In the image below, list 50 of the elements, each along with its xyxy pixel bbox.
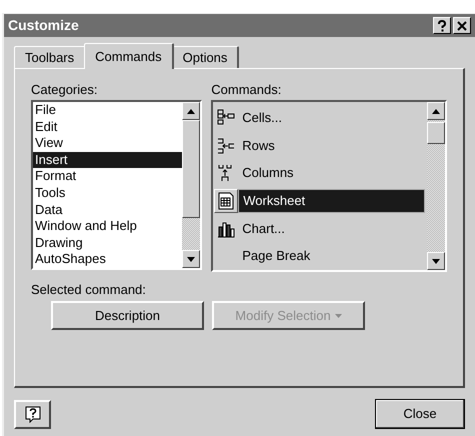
scroll-up-button[interactable] [427, 102, 445, 120]
dropdown-button: Modify Selection [212, 301, 365, 330]
command-item[interactable]: Cells... [238, 106, 425, 129]
scroll-up-button[interactable] [182, 102, 200, 120]
spreadsheet-icon [217, 192, 236, 210]
insert-rows-icon [217, 136, 236, 154]
down-arrow-icon [432, 258, 440, 264]
help-button[interactable] [433, 17, 451, 34]
down-arrow-icon [187, 256, 196, 262]
list-item[interactable]: File [33, 102, 182, 119]
list-item[interactable]: Format [33, 168, 182, 185]
insert-cells-icon [217, 108, 236, 127]
commands-list[interactable]: Cells... Rows Columns Worksheet Chart... Page Break [211, 100, 447, 272]
list-item[interactable]: Drawing [33, 234, 182, 252]
scroll-thumb[interactable] [182, 120, 200, 218]
up-arrow-icon [187, 108, 196, 114]
close-icon [457, 20, 467, 30]
list-item[interactable]: Insert [33, 152, 182, 168]
close-button[interactable]: Close [375, 399, 465, 429]
command-item[interactable]: Columns [238, 162, 425, 184]
scroll-thumb[interactable] [427, 122, 445, 144]
section-label: Selected command: [31, 282, 147, 298]
close-button[interactable] [453, 17, 471, 34]
command-item[interactable]: Page Break [238, 245, 425, 268]
command-item[interactable]: Worksheet [238, 188, 425, 213]
scroll-down-button[interactable] [182, 250, 200, 268]
list-item[interactable]: Data [33, 202, 182, 218]
command-item[interactable]: Rows [238, 134, 425, 156]
tab[interactable]: Toolbars [14, 46, 86, 68]
tab[interactable]: Options [172, 46, 240, 68]
list-item[interactable]: Edit [33, 118, 182, 136]
bar-chart-icon [217, 220, 236, 238]
list-label: Commands: [211, 82, 282, 98]
scrollbar[interactable] [182, 102, 200, 268]
help-bubble-icon [24, 406, 40, 422]
question-icon [437, 20, 447, 32]
window-title: Customize [8, 16, 79, 35]
help-button[interactable] [14, 400, 51, 428]
scroll-down-button[interactable] [427, 252, 445, 270]
list-label: Categories: [31, 82, 98, 98]
command-item[interactable]: Chart... [238, 218, 425, 240]
up-arrow-icon [432, 108, 440, 114]
description-button[interactable]: Description [51, 301, 204, 330]
list-item[interactable]: Window and Help [33, 218, 182, 235]
tab[interactable]: Commands [84, 43, 174, 69]
scrollbar[interactable] [427, 102, 445, 270]
categories-list[interactable]: File Edit View Insert Format Tools Data Window and Help Drawing AutoShapes [31, 100, 202, 270]
list-item[interactable]: Tools [33, 184, 182, 202]
list-item[interactable]: View [33, 135, 182, 152]
list-item[interactable]: AutoShapes [33, 251, 182, 268]
